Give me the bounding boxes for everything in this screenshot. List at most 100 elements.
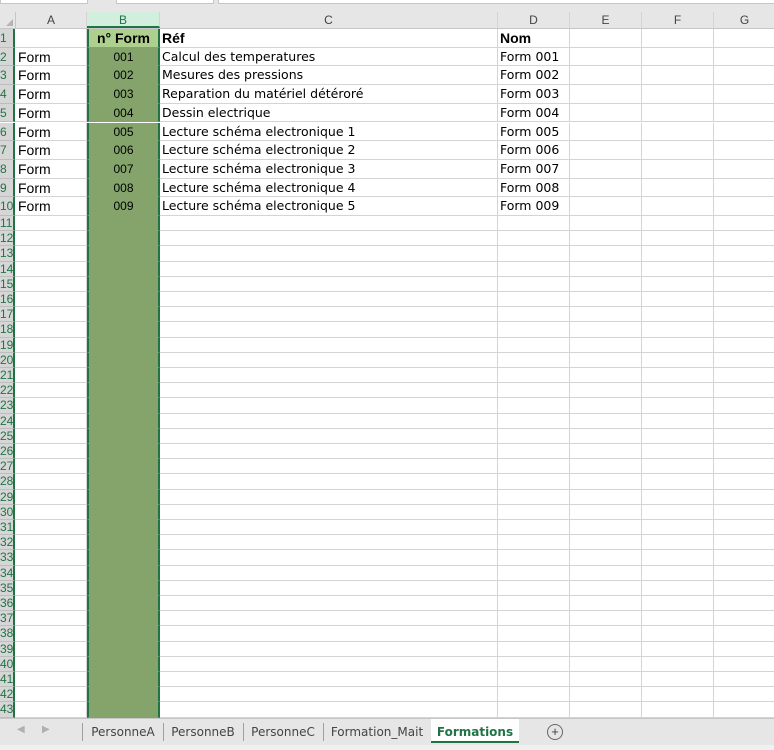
cell-b27[interactable]	[87, 459, 160, 475]
cell-b9[interactable]: 008	[87, 178, 160, 198]
cell-e38[interactable]	[570, 626, 642, 642]
cell-a37[interactable]	[15, 611, 87, 627]
row-header[interactable]: 11	[0, 216, 15, 232]
cell-d30[interactable]	[498, 504, 570, 520]
row-header[interactable]: 18	[0, 322, 15, 338]
cell-b8[interactable]: 007	[87, 159, 160, 179]
cell-c27[interactable]	[160, 459, 498, 475]
cell-c29[interactable]	[160, 489, 498, 505]
cell-f27[interactable]	[642, 459, 714, 475]
cell-g9[interactable]	[714, 179, 774, 198]
cell-d17[interactable]	[498, 307, 570, 323]
cell-f38[interactable]	[642, 626, 714, 642]
cell-c13[interactable]	[160, 246, 498, 262]
cell-g16[interactable]	[714, 292, 774, 308]
cell-a18[interactable]	[15, 322, 87, 338]
sheet-tab-formations[interactable]: Formations	[431, 719, 519, 743]
cell-e14[interactable]	[570, 261, 642, 277]
cell-b11[interactable]	[87, 216, 160, 232]
cell-g42[interactable]	[714, 687, 774, 703]
cell-g27[interactable]	[714, 459, 774, 475]
cell-e32[interactable]	[570, 535, 642, 551]
cell-g26[interactable]	[714, 444, 774, 460]
row-header[interactable]: 4	[0, 85, 15, 104]
row-header[interactable]: 26	[0, 444, 15, 460]
add-sheet-icon[interactable]: +	[547, 724, 563, 740]
cell-e2[interactable]	[570, 47, 642, 67]
cell-b37[interactable]	[87, 611, 160, 627]
cell-a42[interactable]	[15, 687, 87, 703]
cell-d41[interactable]	[498, 672, 570, 688]
cell-c39[interactable]	[160, 641, 498, 657]
cell-b21[interactable]	[87, 368, 160, 384]
cell-e30[interactable]	[570, 504, 642, 520]
cell-b23[interactable]	[87, 398, 160, 414]
cell-a39[interactable]	[15, 641, 87, 657]
cell-d1[interactable]: Nom	[498, 29, 570, 48]
cell-d25[interactable]	[498, 428, 570, 444]
cell-c23[interactable]	[160, 398, 498, 414]
cell-a1[interactable]	[15, 29, 87, 48]
row-header[interactable]: 31	[0, 520, 15, 536]
cell-f15[interactable]	[642, 276, 714, 292]
name-box[interactable]	[0, 0, 88, 4]
cell-e40[interactable]	[570, 656, 642, 672]
cell-e17[interactable]	[570, 307, 642, 323]
cell-f21[interactable]	[642, 368, 714, 384]
cell-a38[interactable]	[15, 626, 87, 642]
cell-f37[interactable]	[642, 611, 714, 627]
cell-g34[interactable]	[714, 566, 774, 581]
cell-d39[interactable]	[498, 641, 570, 657]
cell-d22[interactable]	[498, 383, 570, 399]
cell-a22[interactable]	[15, 383, 87, 399]
cell-c24[interactable]	[160, 413, 498, 429]
cell-c32[interactable]	[160, 535, 498, 551]
cell-d3[interactable]: Form 002	[498, 66, 570, 86]
cell-b41[interactable]	[87, 672, 160, 688]
cell-d42[interactable]	[498, 687, 570, 703]
cell-a31[interactable]	[15, 520, 87, 536]
cell-f5[interactable]	[642, 103, 714, 123]
cell-f16[interactable]	[642, 292, 714, 308]
cell-g6[interactable]	[714, 123, 774, 142]
cell-c7[interactable]: Lecture schéma electronique 2	[160, 141, 498, 160]
cell-f41[interactable]	[642, 672, 714, 688]
cell-c35[interactable]	[160, 580, 498, 596]
cell-e23[interactable]	[570, 398, 642, 414]
cell-e34[interactable]	[570, 565, 642, 581]
cell-d29[interactable]	[498, 489, 570, 505]
row-header[interactable]: 27	[0, 459, 15, 475]
cell-f18[interactable]	[642, 322, 714, 338]
cell-f1[interactable]	[642, 29, 714, 48]
cell-b10[interactable]: 009	[87, 197, 160, 216]
cell-e35[interactable]	[570, 580, 642, 596]
cell-c28[interactable]	[160, 474, 498, 490]
cell-c6[interactable]: Lecture schéma electronique 1	[160, 122, 498, 142]
sheet-tab-personnec[interactable]: PersonneC	[244, 719, 322, 743]
cell-b5[interactable]: 004	[87, 103, 160, 123]
cell-b13[interactable]	[87, 246, 160, 262]
cell-d9[interactable]: Form 008	[498, 178, 570, 198]
cell-e13[interactable]	[570, 246, 642, 262]
cell-f39[interactable]	[642, 641, 714, 657]
row-header[interactable]: 30	[0, 504, 15, 520]
column-header-f[interactable]: F	[642, 12, 714, 28]
sheet-tab-personnea[interactable]: PersonneA	[84, 719, 162, 743]
row-header[interactable]: 28	[0, 474, 15, 490]
cell-b43[interactable]	[87, 702, 160, 718]
cell-d11[interactable]	[498, 216, 570, 232]
row-header[interactable]: 40	[0, 656, 15, 672]
cell-e9[interactable]	[570, 178, 642, 198]
cell-a26[interactable]	[15, 444, 87, 460]
cell-g29[interactable]	[714, 490, 774, 505]
cell-d24[interactable]	[498, 413, 570, 429]
cell-b3[interactable]: 002	[87, 66, 160, 86]
row-header[interactable]: 15	[0, 276, 15, 292]
cell-d19[interactable]	[498, 337, 570, 353]
cell-c26[interactable]	[160, 444, 498, 460]
cell-d20[interactable]	[498, 352, 570, 368]
column-header-d[interactable]: D	[498, 12, 570, 28]
cell-b31[interactable]	[87, 520, 160, 536]
cell-d27[interactable]	[498, 459, 570, 475]
cell-b15[interactable]	[87, 276, 160, 292]
